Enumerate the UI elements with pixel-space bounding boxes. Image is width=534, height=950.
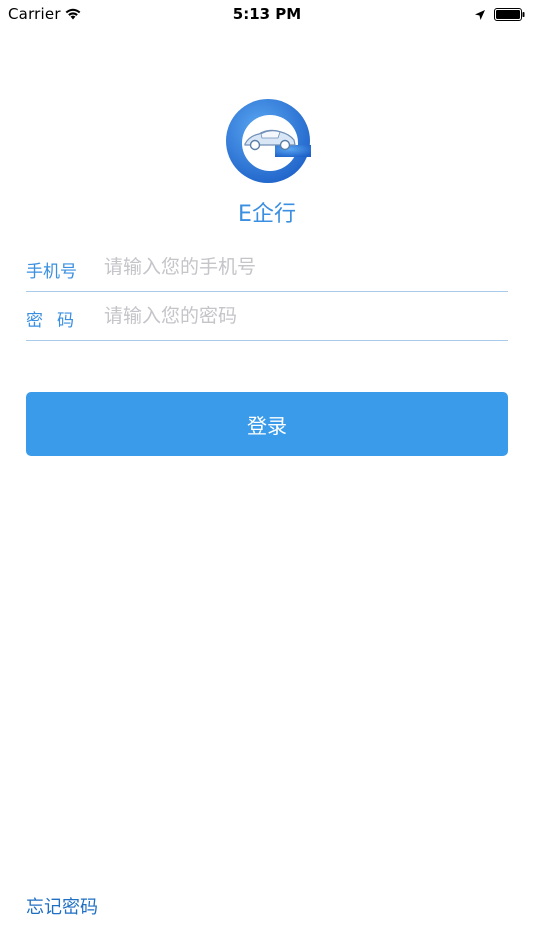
phone-row: 手机号 — [26, 243, 508, 292]
login-button[interactable]: 登录 — [26, 392, 508, 456]
phone-label: 手机号 — [26, 262, 77, 282]
status-bar: Carrier 5:13 PM — [0, 0, 534, 28]
app-name: E企行 — [238, 202, 296, 227]
app-logo — [225, 98, 311, 184]
logo-e-car-icon — [226, 99, 311, 183]
password-row: 密码 — [26, 292, 508, 341]
forgot-password-link[interactable]: 忘记密码 — [26, 893, 98, 919]
password-input[interactable] — [104, 298, 504, 334]
location-arrow-icon — [474, 7, 486, 25]
clock-time: 5:13 PM — [232, 5, 302, 23]
battery-icon — [494, 7, 526, 25]
password-label: 密码 — [26, 311, 88, 331]
phone-input[interactable] — [104, 249, 504, 285]
